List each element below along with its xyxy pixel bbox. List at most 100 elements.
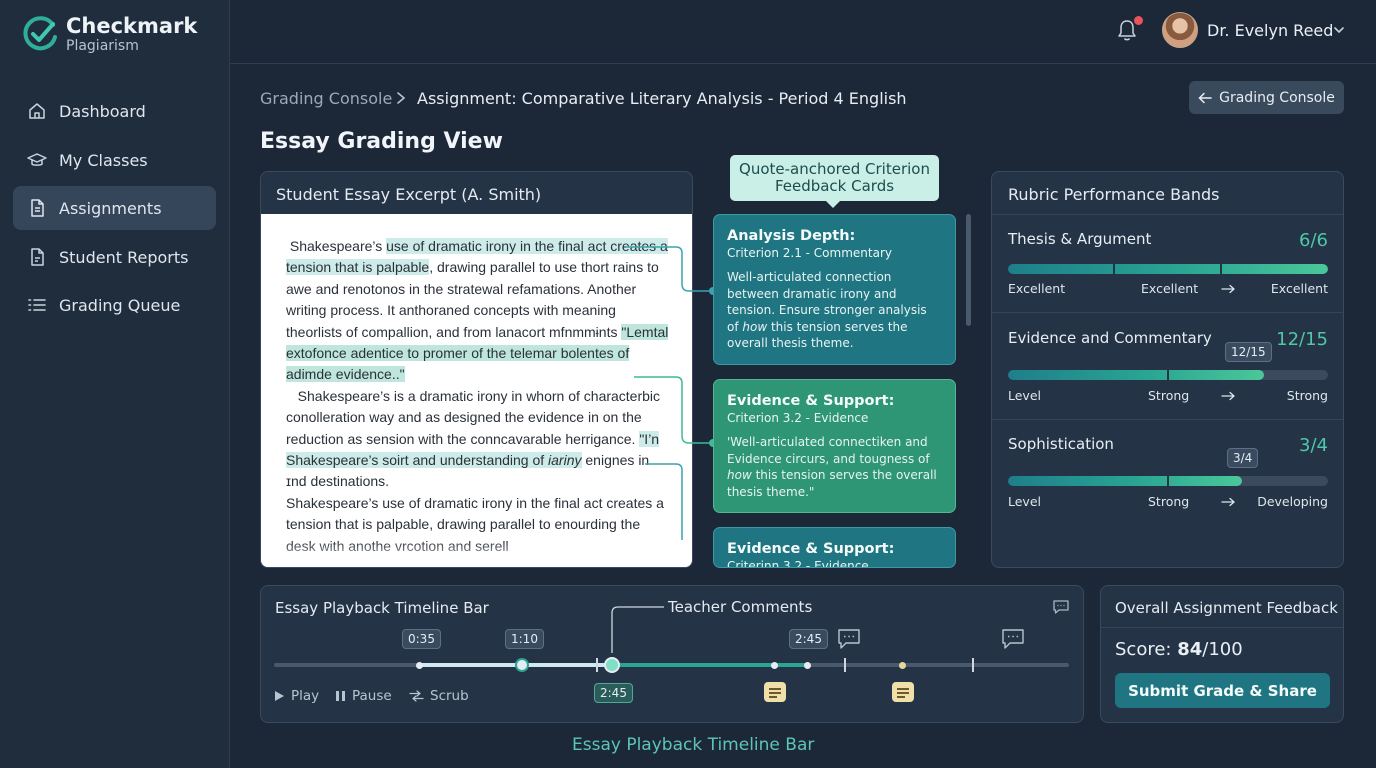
sidebar-item-grading-queue[interactable]: Grading Queue [13, 283, 216, 327]
timeline-tick [596, 658, 598, 672]
timeline-tick [844, 658, 846, 672]
sidebar-item-dashboard[interactable]: Dashboard [13, 89, 216, 133]
feedback-card-analysis-depth[interactable]: Analysis Depth: Criterion 2.1 - Commenta… [713, 214, 956, 365]
timeline-marker-label: 0:35 [402, 629, 441, 649]
quote-connectors [626, 246, 717, 540]
criterion-name: Thesis & Argument [1008, 230, 1152, 248]
band-separator [1113, 264, 1115, 274]
card-body-emphasis: how [727, 468, 752, 483]
band-label-left: Level [1008, 494, 1041, 509]
arrow-right-icon [1221, 391, 1235, 401]
teacher-comments-leader [611, 606, 664, 653]
feedback-card-evidence-support-2[interactable]: Evidence & Support: Criterinn 3.2 - Evid… [713, 527, 956, 568]
card-subtitle: Criterion 3.2 - Evidence [727, 411, 869, 425]
comment-bubble-icon[interactable] [837, 628, 861, 650]
criterion-band-fill [1008, 476, 1242, 486]
chevron-down-icon[interactable] [1333, 24, 1345, 36]
criterion-band-fill [1008, 264, 1328, 274]
timeline-marker[interactable] [416, 662, 423, 669]
sidebar-item-my-classes[interactable]: My Classes [13, 138, 216, 182]
rubric-criterion[interactable]: Thesis & Argument 6/6 Excellent Excellen… [1008, 230, 1328, 300]
pause-label: Pause [352, 688, 392, 704]
timeline-marker[interactable] [771, 662, 778, 669]
divider [992, 214, 1343, 215]
feedback-cards-callout: Quote-anchored Criterion Feedback Cards [730, 155, 939, 208]
play-button[interactable]: Play [274, 688, 319, 704]
play-label: Play [291, 688, 320, 704]
band-label-mid: Strong [1148, 388, 1190, 403]
card-title: Analysis Depth: [727, 228, 856, 244]
card-subtitle: Criterion 2.1 - Commentary [727, 246, 892, 260]
sidebar-item-label: Student Reports [59, 247, 189, 267]
criterion-name: Evidence and Commentary [1008, 329, 1212, 347]
band-label-right: Strong [1286, 388, 1328, 403]
criterion-score: 12/15 [1276, 329, 1328, 350]
feedback-card-evidence-support[interactable]: Evidence & Support: Criterion 3.2 - Evid… [713, 379, 956, 513]
page-title: Essay Grading View [260, 129, 503, 154]
comment-icon[interactable] [1052, 599, 1070, 615]
timeline-tick [972, 658, 974, 672]
divider [992, 312, 1343, 313]
card-body-text: 'Well-articulated connectiken and Eviden… [727, 435, 930, 466]
comment-bubble-icon[interactable] [1001, 628, 1025, 650]
note-icon[interactable] [892, 682, 914, 702]
band-separator [1167, 370, 1169, 380]
card-body-emphasis: how [742, 319, 768, 334]
timeline-marker-label: 2:45 [789, 629, 828, 649]
rubric-panel: Rubric Performance Bands Thesis & Argume… [991, 171, 1344, 568]
sidebar-item-label: Dashboard [59, 101, 146, 121]
avatar[interactable] [1162, 12, 1198, 48]
card-title: Evidence & Support: [727, 393, 895, 409]
timeline-marker[interactable] [804, 662, 811, 669]
band-separator [1220, 264, 1222, 274]
timeline-title: Essay Playback Timeline Bar [275, 599, 489, 617]
band-label-left: Excellent [1008, 281, 1066, 296]
criterion-name: Sophistication [1008, 435, 1114, 453]
overall-feedback-title: Overall Assignment Feedback [1115, 599, 1338, 617]
criterion-band-bar [1008, 370, 1328, 380]
band-label-mid: Excellent [1141, 281, 1199, 296]
essay-title: Student Essay Excerpt (A. Smith) [276, 185, 542, 204]
brand-logo[interactable]: Checkmark Plagiarism [22, 14, 197, 54]
card-body: 'Well-articulated connectiken and Eviden… [727, 434, 942, 500]
breadcrumb-root[interactable]: Grading Console [260, 89, 392, 108]
sidebar-item-label: Assignments [59, 198, 162, 218]
scrub-icon [409, 690, 424, 702]
criterion-score-tooltip: 12/15 [1225, 342, 1272, 362]
notification-dot [1134, 16, 1143, 25]
back-to-grading-console-button[interactable]: Grading Console [1189, 81, 1344, 114]
score-label: Score: [1115, 639, 1178, 660]
card-title: Evidence & Support: [727, 541, 895, 557]
rubric-criterion[interactable]: Evidence and Commentary 12/15 12/15 Leve… [1008, 329, 1328, 409]
rubric-title: Rubric Performance Bands [1008, 185, 1220, 204]
note-icon[interactable] [764, 682, 786, 702]
criterion-score-tooltip: 3/4 [1227, 448, 1259, 468]
cards-scrollbar[interactable] [966, 214, 971, 326]
band-label-right: Excellent [1270, 281, 1328, 296]
report-icon [31, 248, 44, 266]
sidebar-item-student-reports[interactable]: Student Reports [13, 235, 216, 279]
card-subtitle: Criterinn 3.2 - Evidence [727, 559, 869, 568]
arrow-right-icon [1221, 284, 1235, 294]
sidebar-item-assignments[interactable]: Assignments [13, 186, 216, 230]
sidebar-item-label: My Classes [59, 150, 148, 170]
timeline-caption: Essay Playback Timeline Bar [572, 735, 815, 755]
pause-button[interactable]: Pause [335, 688, 392, 704]
band-label-left: Level [1008, 388, 1041, 403]
criterion-band-fill [1008, 370, 1264, 380]
user-name[interactable]: Dr. Evelyn Reed [1207, 21, 1333, 40]
arrow-left-icon [1198, 92, 1212, 103]
scrub-label: Scrub [430, 688, 469, 704]
top-bar: Dr. Evelyn Reed [230, 0, 1376, 64]
score-total: /100 [1202, 639, 1243, 660]
timeline-handle[interactable] [515, 658, 529, 672]
criterion-band-bar [1008, 264, 1328, 274]
chevron-right-icon [397, 92, 406, 104]
rubric-criterion[interactable]: Sophistication 3/4 3/4 Level Strong Deve… [1008, 435, 1328, 515]
timeline-playhead[interactable] [604, 657, 620, 673]
timeline-marker[interactable] [899, 662, 906, 669]
submit-grade-button[interactable]: Submit Grade & Share [1115, 673, 1330, 708]
back-button-label: Grading Console [1219, 89, 1335, 106]
checkmark-logo-icon [23, 16, 57, 51]
scrub-button[interactable]: Scrub [409, 688, 469, 704]
